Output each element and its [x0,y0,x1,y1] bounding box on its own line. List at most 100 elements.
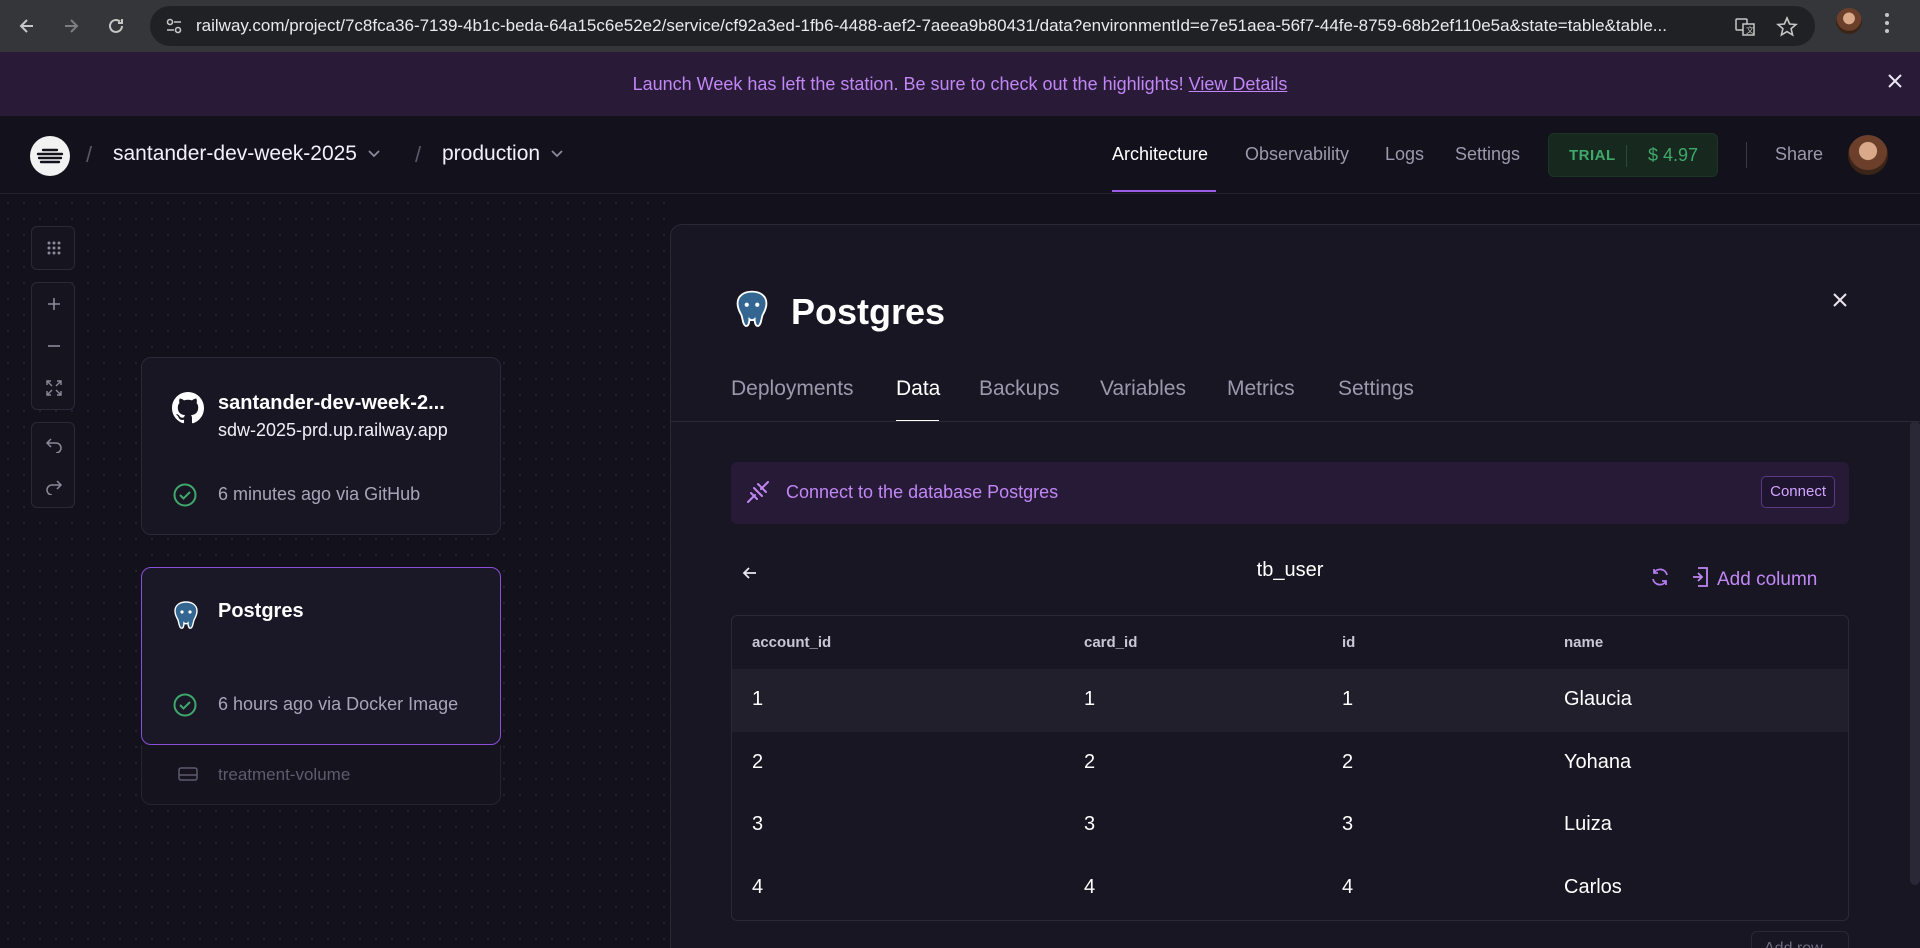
table-name: tb_user [1256,559,1324,581]
postgres-icon [172,600,200,637]
zoom-in-icon[interactable] [32,283,76,325]
active-nav-indicator [1112,190,1216,192]
add-row-button[interactable]: Add row [1751,931,1849,948]
volume-name: treatment-volume [218,765,351,784]
environment-selector[interactable]: production [442,142,564,166]
column-header[interactable]: account_id [752,634,831,651]
table-header-bar: tb_user Add column [731,550,1849,606]
fit-view-icon[interactable] [32,367,76,409]
table-cell[interactable]: 3 [1084,813,1095,836]
close-icon[interactable] [1831,291,1849,314]
breadcrumb-separator: / [86,142,93,167]
table-cell[interactable]: 1 [1342,688,1353,711]
tab-metrics[interactable]: Metrics [1227,377,1295,401]
deploy-status: 6 hours ago via Docker Image [218,694,459,714]
table-row[interactable]: 3 3 3 Luiza [732,794,1848,857]
trial-divider [1626,145,1627,167]
canvas-toolbar-zoom [31,282,75,410]
column-header[interactable]: card_id [1084,634,1137,651]
volume-attachment[interactable]: treatment-volume [141,745,501,805]
table-cell[interactable]: 2 [1342,751,1353,774]
nav-settings[interactable]: Settings [1455,144,1520,165]
user-avatar[interactable] [1848,135,1888,175]
tab-deployments[interactable]: Deployments [731,377,854,401]
table-row[interactable]: 1 1 1 Glaucia [732,669,1848,732]
check-circle-icon [172,692,198,723]
nav-logs[interactable]: Logs [1385,144,1424,165]
project-selector[interactable]: santander-dev-week-2025 [113,142,381,166]
canvas-toolbar-grid [31,226,75,270]
redo-icon[interactable] [32,465,76,507]
column-header[interactable]: id [1342,634,1355,651]
profile-avatar[interactable] [1836,8,1862,34]
table-header: account_id card_id id name [732,616,1848,669]
share-button[interactable]: Share [1775,144,1823,165]
connect-banner: Connect to the database Postgres Connect [731,462,1849,524]
browser-menu-icon[interactable] [1884,12,1890,39]
tab-data[interactable]: Data [896,377,940,401]
table-cell[interactable]: 4 [1342,876,1353,899]
service-card-app[interactable]: santander-dev-week-2... sdw-2025-prd.up.… [141,357,501,535]
add-column-icon [1691,566,1709,594]
table-cell[interactable]: Yohana [1564,751,1631,774]
table-cell[interactable]: 1 [1084,688,1095,711]
trial-label: TRIAL [1569,146,1616,164]
panel-title: Postgres [791,291,946,332]
view-details-link[interactable]: View Details [1189,74,1288,95]
translate-icon[interactable]: 文 [1734,16,1756,43]
tab-backups[interactable]: Backups [979,377,1060,401]
trial-amount: $ 4.97 [1648,144,1699,165]
add-column-button[interactable]: Add column [1691,566,1817,594]
table-cell[interactable]: 3 [1342,813,1353,836]
table-cell[interactable]: 2 [1084,751,1095,774]
refresh-icon[interactable] [1649,566,1671,593]
browser-toolbar: railway.com/project/7c8fca36-7139-4b1c-b… [0,0,1920,52]
address-bar[interactable]: railway.com/project/7c8fca36-7139-4b1c-b… [150,6,1815,46]
top-navigation: / santander-dev-week-2025 / production A… [0,116,1920,194]
close-icon[interactable] [1886,72,1904,95]
environment-name: production [442,142,541,165]
tab-variables[interactable]: Variables [1100,377,1186,401]
reload-icon[interactable] [98,8,134,44]
column-header[interactable]: name [1564,634,1603,651]
plug-icon [745,479,771,510]
table-cell[interactable]: 4 [752,876,763,899]
nav-observability[interactable]: Observability [1245,144,1349,165]
table-cell[interactable]: 4 [1084,876,1095,899]
connect-text: Connect to the database Postgres [786,482,1059,502]
chevron-down-icon [550,142,564,166]
table-cell[interactable]: Glaucia [1564,688,1632,711]
table-row[interactable]: 4 4 4 Carlos [732,857,1848,920]
project-name: santander-dev-week-2025 [113,142,357,165]
bookmark-star-icon[interactable] [1776,15,1798,43]
trial-usage-badge[interactable]: TRIAL $ 4.97 [1548,133,1718,177]
table-cell[interactable]: 3 [752,813,763,836]
railway-logo[interactable] [30,136,70,176]
table-row[interactable]: 2 2 2 Yohana [732,732,1848,795]
disk-icon [178,765,198,788]
github-icon [172,392,205,429]
tab-settings[interactable]: Settings [1338,377,1414,401]
table-cell[interactable]: Carlos [1564,876,1622,899]
grid-icon[interactable] [32,227,76,269]
nav-divider [1746,142,1747,168]
service-detail-panel: Postgres Deployments Data Backups Variab… [670,224,1920,948]
service-domain[interactable]: sdw-2025-prd.up.railway.app [218,420,448,441]
back-arrow-icon[interactable] [9,8,45,44]
connect-button[interactable]: Connect [1761,476,1835,508]
forward-arrow-icon[interactable] [53,8,89,44]
panel-scrollbar[interactable] [1910,421,1920,885]
add-column-label: Add column [1717,569,1818,590]
zoom-out-icon[interactable] [32,325,76,367]
table-cell[interactable]: 1 [752,688,763,711]
service-title: Postgres [218,600,304,622]
undo-icon[interactable] [32,423,76,465]
architecture-canvas[interactable]: santander-dev-week-2... sdw-2025-prd.up.… [0,195,670,948]
banner-text: Launch Week has left the station. Be sur… [632,73,1184,94]
table-cell[interactable]: 2 [752,751,763,774]
url-text: railway.com/project/7c8fca36-7139-4b1c-b… [196,16,1667,35]
table-cell[interactable]: Luiza [1564,813,1612,836]
nav-architecture[interactable]: Architecture [1112,144,1208,165]
service-card-postgres[interactable]: Postgres 6 hours ago via Docker Image [141,567,501,745]
site-settings-icon[interactable] [164,16,184,41]
